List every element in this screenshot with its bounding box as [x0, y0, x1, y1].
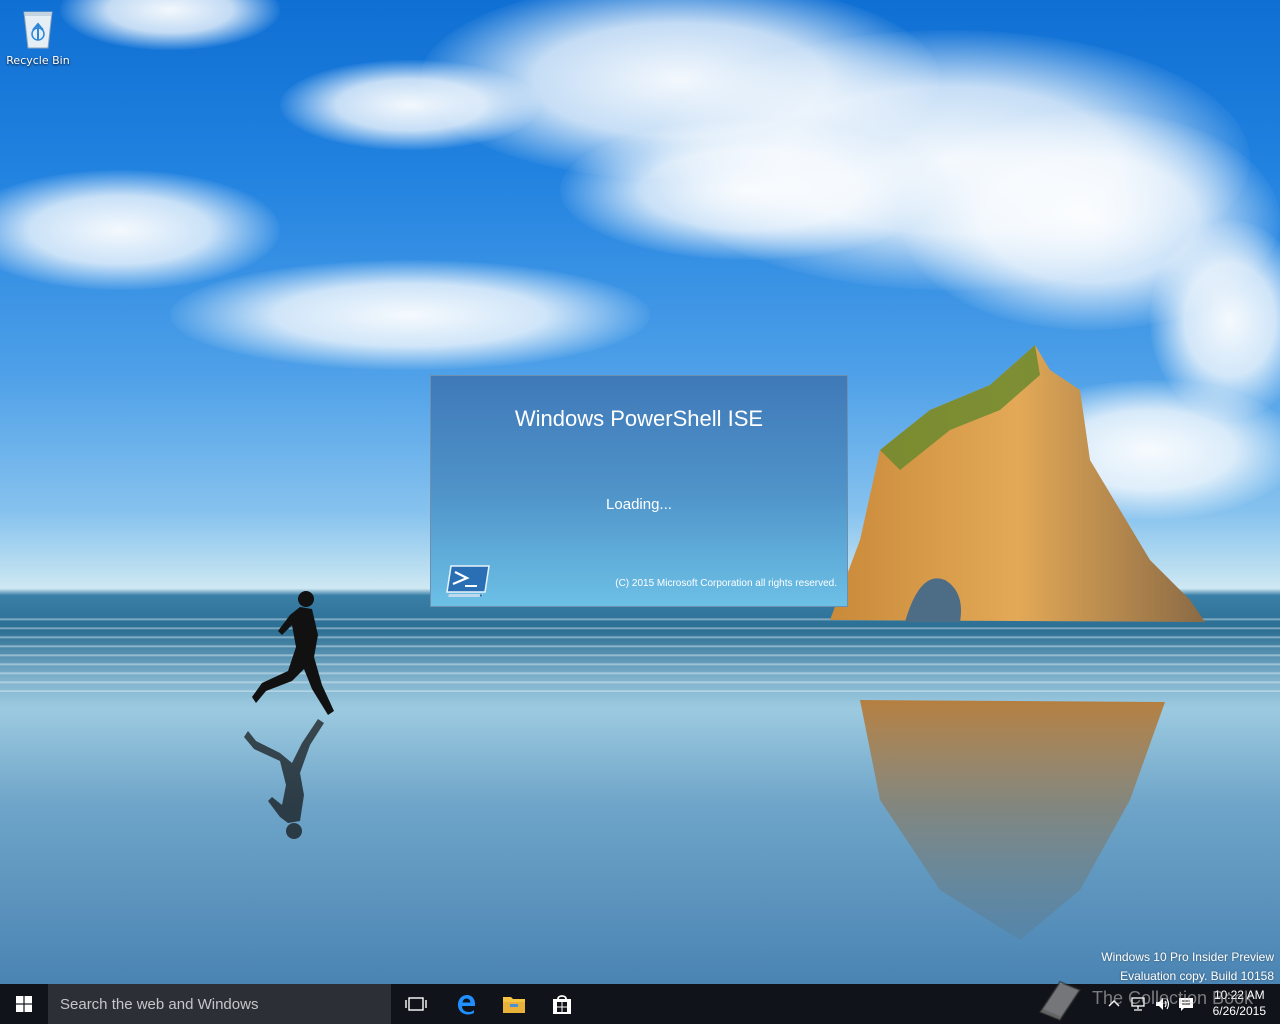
- watermark-line-2: Evaluation copy. Build 10158: [1120, 969, 1274, 983]
- cloud: [280, 60, 540, 150]
- desktop-icon-recycle-bin[interactable]: Recycle Bin: [4, 6, 72, 76]
- powershell-ise-splash: Windows PowerShell ISE Loading... (C) 20…: [430, 375, 848, 607]
- sea-rock: [830, 345, 1205, 940]
- file-explorer-button[interactable]: [490, 984, 538, 1024]
- evaluation-watermark: Windows 10 Pro Insider Preview Evaluatio…: [1101, 948, 1274, 984]
- clock-time: 10:22 AM: [1213, 988, 1265, 1002]
- runner-silhouette: [244, 591, 334, 839]
- recycle-bin-icon: [23, 11, 53, 49]
- cloud: [170, 260, 650, 370]
- powershell-icon: [446, 565, 490, 597]
- edge-icon: [458, 995, 475, 1015]
- splash-status: Loading...: [606, 496, 672, 513]
- cloud: [560, 120, 940, 260]
- splash-copyright: (C) 2015 Microsoft Corporation all right…: [615, 578, 837, 589]
- chevron-up-icon[interactable]: [1106, 996, 1122, 1012]
- clock-date: 6/26/2015: [1212, 1004, 1266, 1018]
- cloud: [0, 170, 280, 290]
- clock[interactable]: 10:22 AM 6/26/2015: [1213, 987, 1266, 1019]
- taskbar: Search the web and Windows 10:22 AM 6/26…: [0, 984, 1280, 1024]
- store-button[interactable]: [538, 984, 586, 1024]
- action-center-icon[interactable]: [1178, 996, 1194, 1012]
- task-view-button[interactable]: [392, 984, 440, 1024]
- desktop-icon-label: Recycle Bin: [6, 54, 70, 67]
- folder-icon: [503, 997, 525, 1013]
- search-input[interactable]: Search the web and Windows: [48, 984, 391, 1024]
- task-view-icon: [405, 997, 427, 1011]
- splash-title: Windows PowerShell ISE: [514, 406, 764, 431]
- volume-icon[interactable]: [1154, 996, 1170, 1012]
- store-icon: [553, 995, 571, 1014]
- network-icon[interactable]: [1130, 996, 1146, 1012]
- search-placeholder: Search the web and Windows: [60, 995, 259, 1013]
- edge-button[interactable]: [442, 984, 490, 1024]
- windows-logo-icon: [16, 996, 32, 1012]
- desktop-background: Recycle Bin Windows PowerShell ISE Loadi…: [0, 0, 1280, 984]
- system-tray: 10:22 AM 6/26/2015: [1100, 984, 1280, 1024]
- start-button[interactable]: [0, 984, 48, 1024]
- cloud: [60, 0, 280, 50]
- watermark-line-1: Windows 10 Pro Insider Preview: [1101, 950, 1274, 964]
